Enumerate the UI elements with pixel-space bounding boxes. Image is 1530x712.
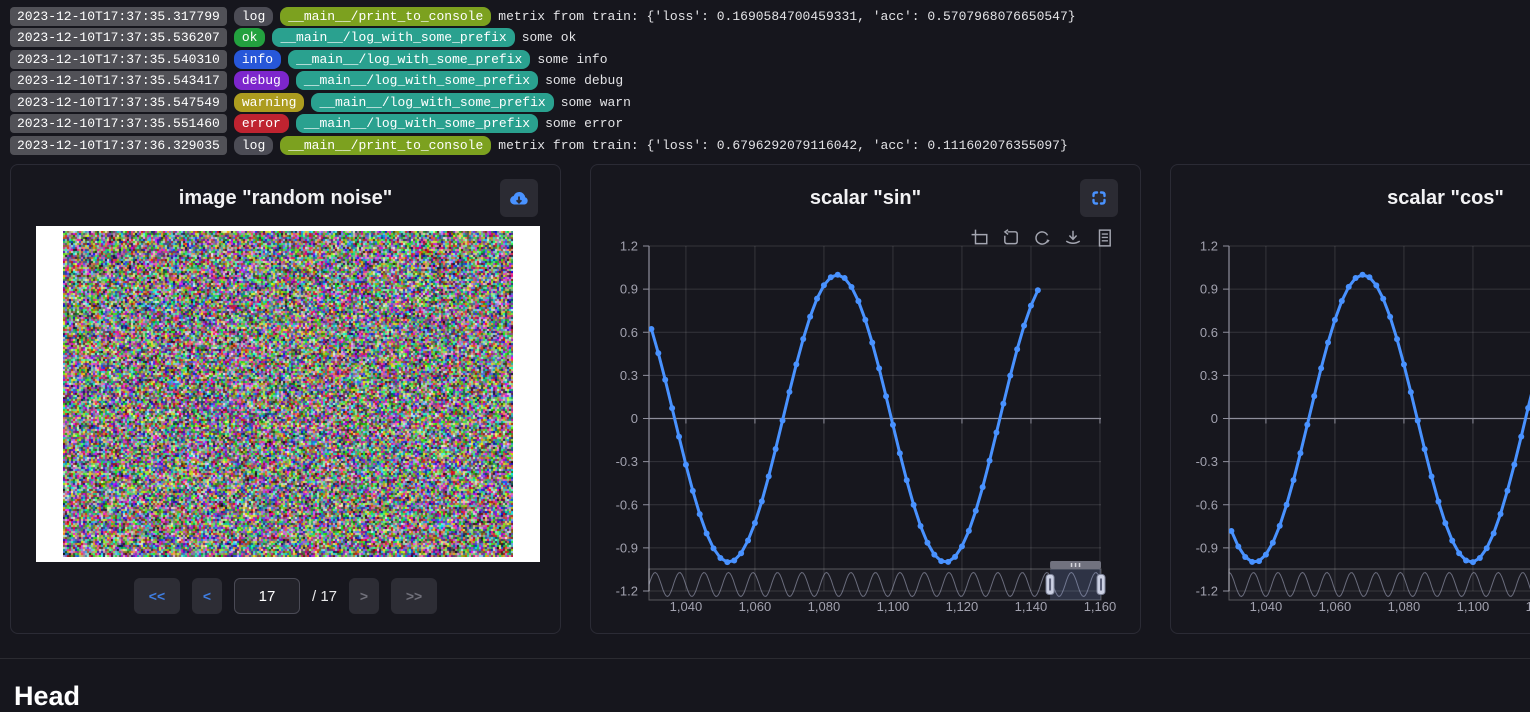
noise-image-plate <box>36 226 540 562</box>
scalar-cos-card: scalar "cos" 1.20.90.60.30-0.3-0.6-0.9-1… <box>1170 164 1530 634</box>
log-module-badge: __main__/log_with_some_prefix <box>311 93 553 112</box>
log-module-badge: __main__/print_to_console <box>280 7 491 26</box>
svg-text:1,040: 1,040 <box>670 599 703 614</box>
log-row: 2023-12-10T17:37:35.317799 log __main__/pr… <box>10 7 1530 26</box>
toolbox-zoom-reset-icon[interactable] <box>1002 229 1020 247</box>
log-message: metrix from train: {'loss': 0.1690584700… <box>498 9 1075 24</box>
svg-text:1,160: 1,160 <box>1084 599 1117 614</box>
log-row <box>10 0 1530 4</box>
log-message: some info <box>537 52 607 67</box>
log-level-badge: info <box>234 50 281 69</box>
svg-text:0: 0 <box>631 411 638 426</box>
log-row: 2023-12-10T17:37:35.543417 debug __main__/… <box>10 71 1530 90</box>
log-module-badge: __main__/log_with_some_prefix <box>296 71 538 90</box>
svg-text:0.3: 0.3 <box>1200 368 1218 383</box>
svg-text:0.6: 0.6 <box>1200 325 1218 340</box>
svg-text:-0.9: -0.9 <box>616 540 638 555</box>
log-timestamp: 2023-12-10T17:37:35.551460 <box>10 114 227 133</box>
svg-text:0.9: 0.9 <box>1200 282 1218 297</box>
svg-text:1,080: 1,080 <box>808 599 841 614</box>
log-level-badge: debug <box>234 71 289 90</box>
pager-page-input[interactable] <box>234 578 300 614</box>
cloud-download-icon <box>508 188 530 208</box>
log-row: 2023-12-10T17:37:35.547549 warning __main_… <box>10 93 1530 112</box>
log-level-badge: ok <box>234 28 266 47</box>
random-noise-image <box>63 231 513 557</box>
log-message: some debug <box>545 73 623 88</box>
toolbox-data-view-icon[interactable] <box>1095 229 1113 247</box>
log-message: some ok <box>522 30 577 45</box>
log-module-badge: __main__/log_with_some_prefix <box>296 114 538 133</box>
sin-chart-toolbox <box>971 229 1113 247</box>
image-download-button[interactable] <box>500 179 538 217</box>
image-pager: << < / 17 > >> <box>11 578 560 614</box>
image-card-title: image "random noise" <box>11 187 560 210</box>
svg-text:1,060: 1,060 <box>739 599 772 614</box>
log-message: metrix from train: {'loss': 0.6796292079… <box>498 138 1068 153</box>
svg-text:1,100: 1,100 <box>1457 599 1490 614</box>
log-level-badge: log <box>234 136 273 155</box>
log-row: 2023-12-10T17:37:36.329035 log __main__/pr… <box>10 136 1530 155</box>
log-timestamp: 2023-12-10T17:37:35.540310 <box>10 50 227 69</box>
svg-text:1.2: 1.2 <box>620 239 638 254</box>
log-row: 2023-12-10T17:37:35.551460 error __main__/… <box>10 114 1530 133</box>
log-timestamp: 2023-12-10T17:37:35.547549 <box>10 93 227 112</box>
svg-text:1.2: 1.2 <box>1200 239 1218 254</box>
log-timestamp: 2023-12-10T17:37:35.536207 <box>10 28 227 47</box>
svg-text:-0.6: -0.6 <box>616 497 638 512</box>
svg-text:-1.2: -1.2 <box>1196 584 1218 599</box>
pager-total-label: / 17 <box>312 588 337 605</box>
toolbox-restore-icon[interactable] <box>1033 229 1051 247</box>
log-timestamp: 2023-12-10T17:37:35.317799 <box>10 7 227 26</box>
log-module-badge: __main__/print_to_console <box>280 136 491 155</box>
datazoom-slider[interactable] <box>1229 561 1530 600</box>
log-message: some warn <box>561 95 631 110</box>
toolbox-zoom-select-icon[interactable] <box>971 229 989 247</box>
svg-text:1,120: 1,120 <box>1526 599 1530 614</box>
pager-first-button[interactable]: << <box>134 578 180 614</box>
svg-text:0.6: 0.6 <box>620 325 638 340</box>
svg-text:0.3: 0.3 <box>620 368 638 383</box>
svg-text:-0.6: -0.6 <box>1196 497 1218 512</box>
svg-text:1,120: 1,120 <box>946 599 979 614</box>
svg-text:1,060: 1,060 <box>1319 599 1352 614</box>
datazoom-slider[interactable] <box>649 561 1105 600</box>
svg-text:1,140: 1,140 <box>1015 599 1048 614</box>
pager-last-button[interactable]: >> <box>391 578 437 614</box>
svg-text:-1.2: -1.2 <box>616 584 638 599</box>
log-message: some error <box>545 116 623 131</box>
log-level-badge: log <box>234 7 273 26</box>
log-row: 2023-12-10T17:37:35.536207 ok __main__/log… <box>10 28 1530 47</box>
pager-prev-button[interactable]: < <box>192 578 222 614</box>
section-divider <box>0 658 1530 659</box>
scalar-sin-card: scalar "sin" 1.20.90.60.30-0.3-0.6-0.9-1… <box>590 164 1141 634</box>
log-level-badge: error <box>234 114 289 133</box>
log-list: 2023-12-10T17:37:35.317799 log __main__/pr… <box>0 0 1530 160</box>
svg-text:1,040: 1,040 <box>1250 599 1283 614</box>
svg-text:1,100: 1,100 <box>877 599 910 614</box>
svg-text:-0.9: -0.9 <box>1196 540 1218 555</box>
svg-text:0.9: 0.9 <box>620 282 638 297</box>
cos-line-chart: 1.2 0.9 0.6 0.3 0 -0.3 -0.6 -0.9 -1.2 1,040 1,060 1… <box>1171 165 1530 635</box>
log-module-badge: __main__/log_with_some_prefix <box>288 50 530 69</box>
log-level-badge: warning <box>234 93 305 112</box>
toolbox-save-image-icon[interactable] <box>1064 229 1082 247</box>
log-timestamp: 2023-12-10T17:37:35.543417 <box>10 71 227 90</box>
image-card: image "random noise" << < / 17 > >> <box>10 164 561 634</box>
log-module-badge: __main__/log_with_some_prefix <box>272 28 514 47</box>
log-timestamp: 2023-12-10T17:37:36.329035 <box>10 136 227 155</box>
svg-text:0: 0 <box>1211 411 1218 426</box>
datazoom-window[interactable] <box>1050 569 1101 600</box>
svg-text:-0.3: -0.3 <box>1196 454 1218 469</box>
svg-text:-0.3: -0.3 <box>616 454 638 469</box>
svg-text:1,080: 1,080 <box>1388 599 1421 614</box>
pager-next-button[interactable]: > <box>349 578 379 614</box>
log-row: 2023-12-10T17:37:35.540310 info __main__/l… <box>10 50 1530 69</box>
